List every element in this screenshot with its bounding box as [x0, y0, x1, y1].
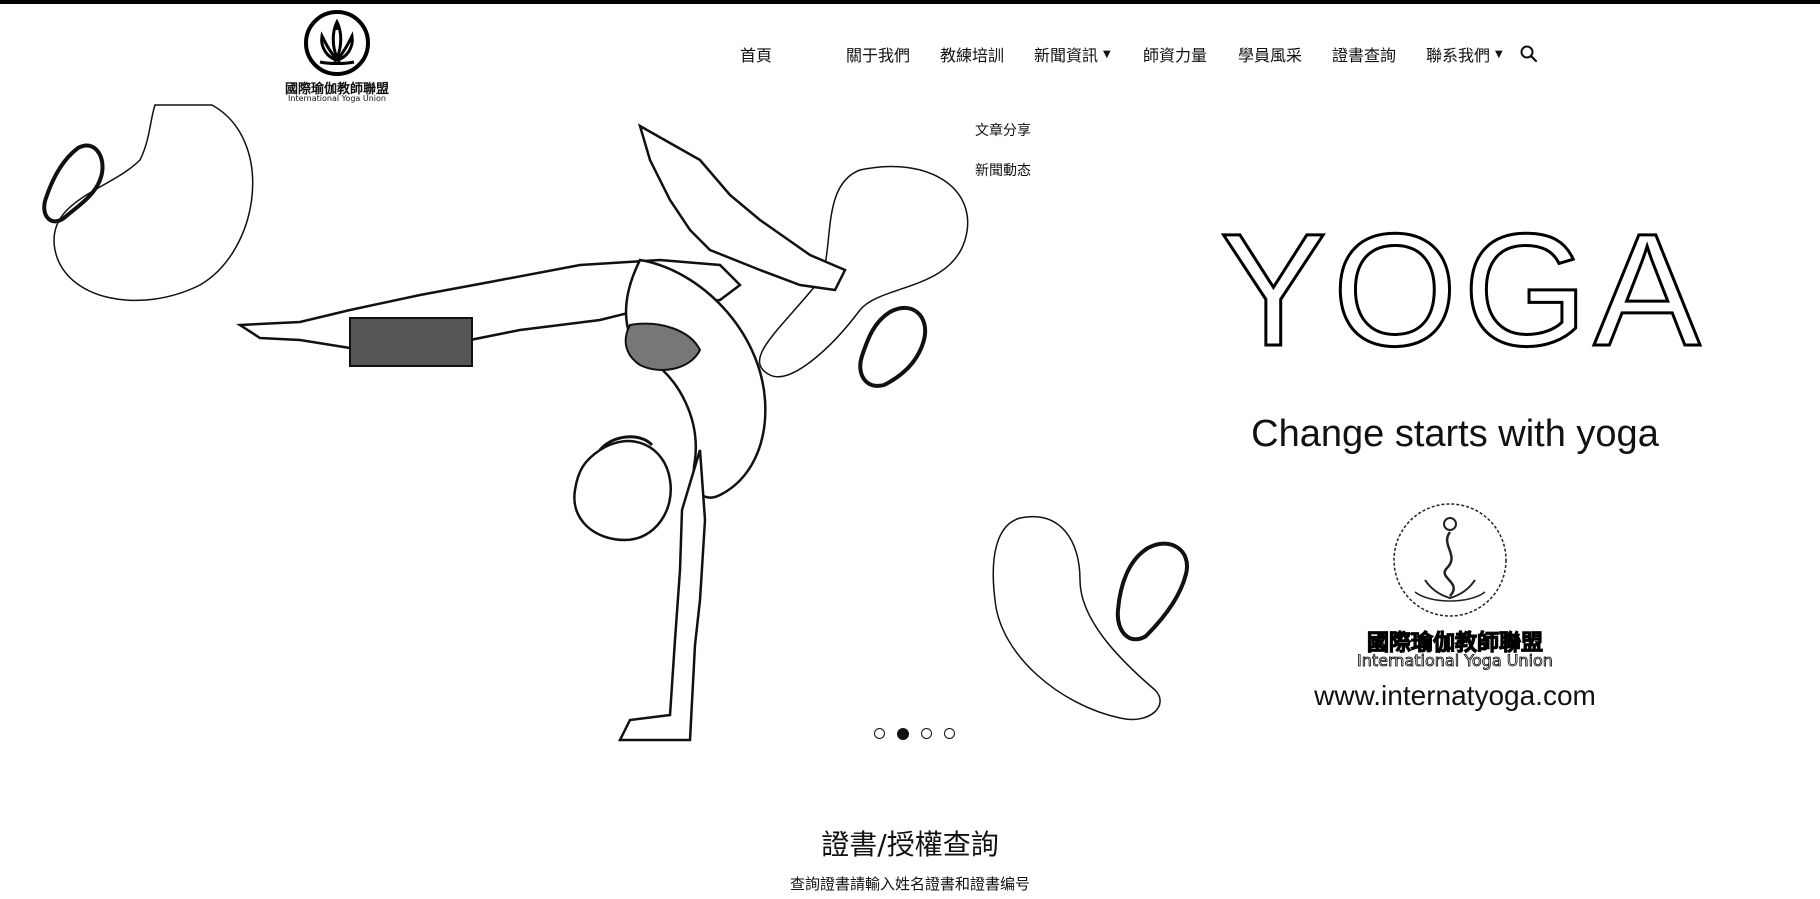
emblem-lotus-icon: [1393, 503, 1507, 617]
chevron-down-icon: ▼: [1495, 48, 1503, 60]
nav-item-contact[interactable]: 聯系我們 ▼: [1426, 42, 1503, 66]
cert-section-title: 證書/授權查詢: [821, 828, 999, 861]
search-icon[interactable]: [1519, 44, 1539, 64]
top-border: [0, 0, 1820, 4]
hero-title: YOGA: [1219, 200, 1707, 379]
nav-item-training[interactable]: 教練培訓: [940, 42, 1034, 66]
carousel-dot-3[interactable]: [921, 728, 932, 739]
carousel-indicators: [874, 728, 955, 740]
cert-section-description: 查詢證書請輸入姓名證書和證書编号: [789, 875, 1030, 893]
website-url: www.internatyoga.com: [1314, 680, 1596, 711]
lotus-logo-icon: [304, 10, 370, 76]
main-nav: 首頁 關于我們 教練培訓 新聞資訊 ▼ 師資力量 學員風采 證書查詢 聯系我們 ▼: [740, 40, 1539, 68]
nav-item-home[interactable]: 首頁: [740, 42, 846, 66]
emblem-text-en: International Yoga Union: [1357, 651, 1554, 671]
nav-item-teachers[interactable]: 師資力量: [1143, 42, 1238, 66]
nav-item-students[interactable]: 學員風采: [1238, 42, 1332, 66]
nav-item-certificate[interactable]: 證書查詢: [1332, 42, 1426, 66]
nav-item-news[interactable]: 新聞資訊 ▼: [1034, 42, 1143, 66]
yoga-handstand-illustration: [42, 104, 1189, 742]
carousel-dot-2[interactable]: [897, 728, 909, 740]
site-logo[interactable]: 國際瑜伽教師聯盟 International Yoga Union: [282, 8, 392, 103]
chevron-down-icon: ▼: [1103, 48, 1111, 60]
carousel-dot-1[interactable]: [874, 728, 885, 739]
hero-subtitle: Change starts with yoga: [1251, 413, 1659, 455]
nav-item-about[interactable]: 關于我們: [846, 42, 940, 66]
carousel-dot-4[interactable]: [944, 728, 955, 739]
